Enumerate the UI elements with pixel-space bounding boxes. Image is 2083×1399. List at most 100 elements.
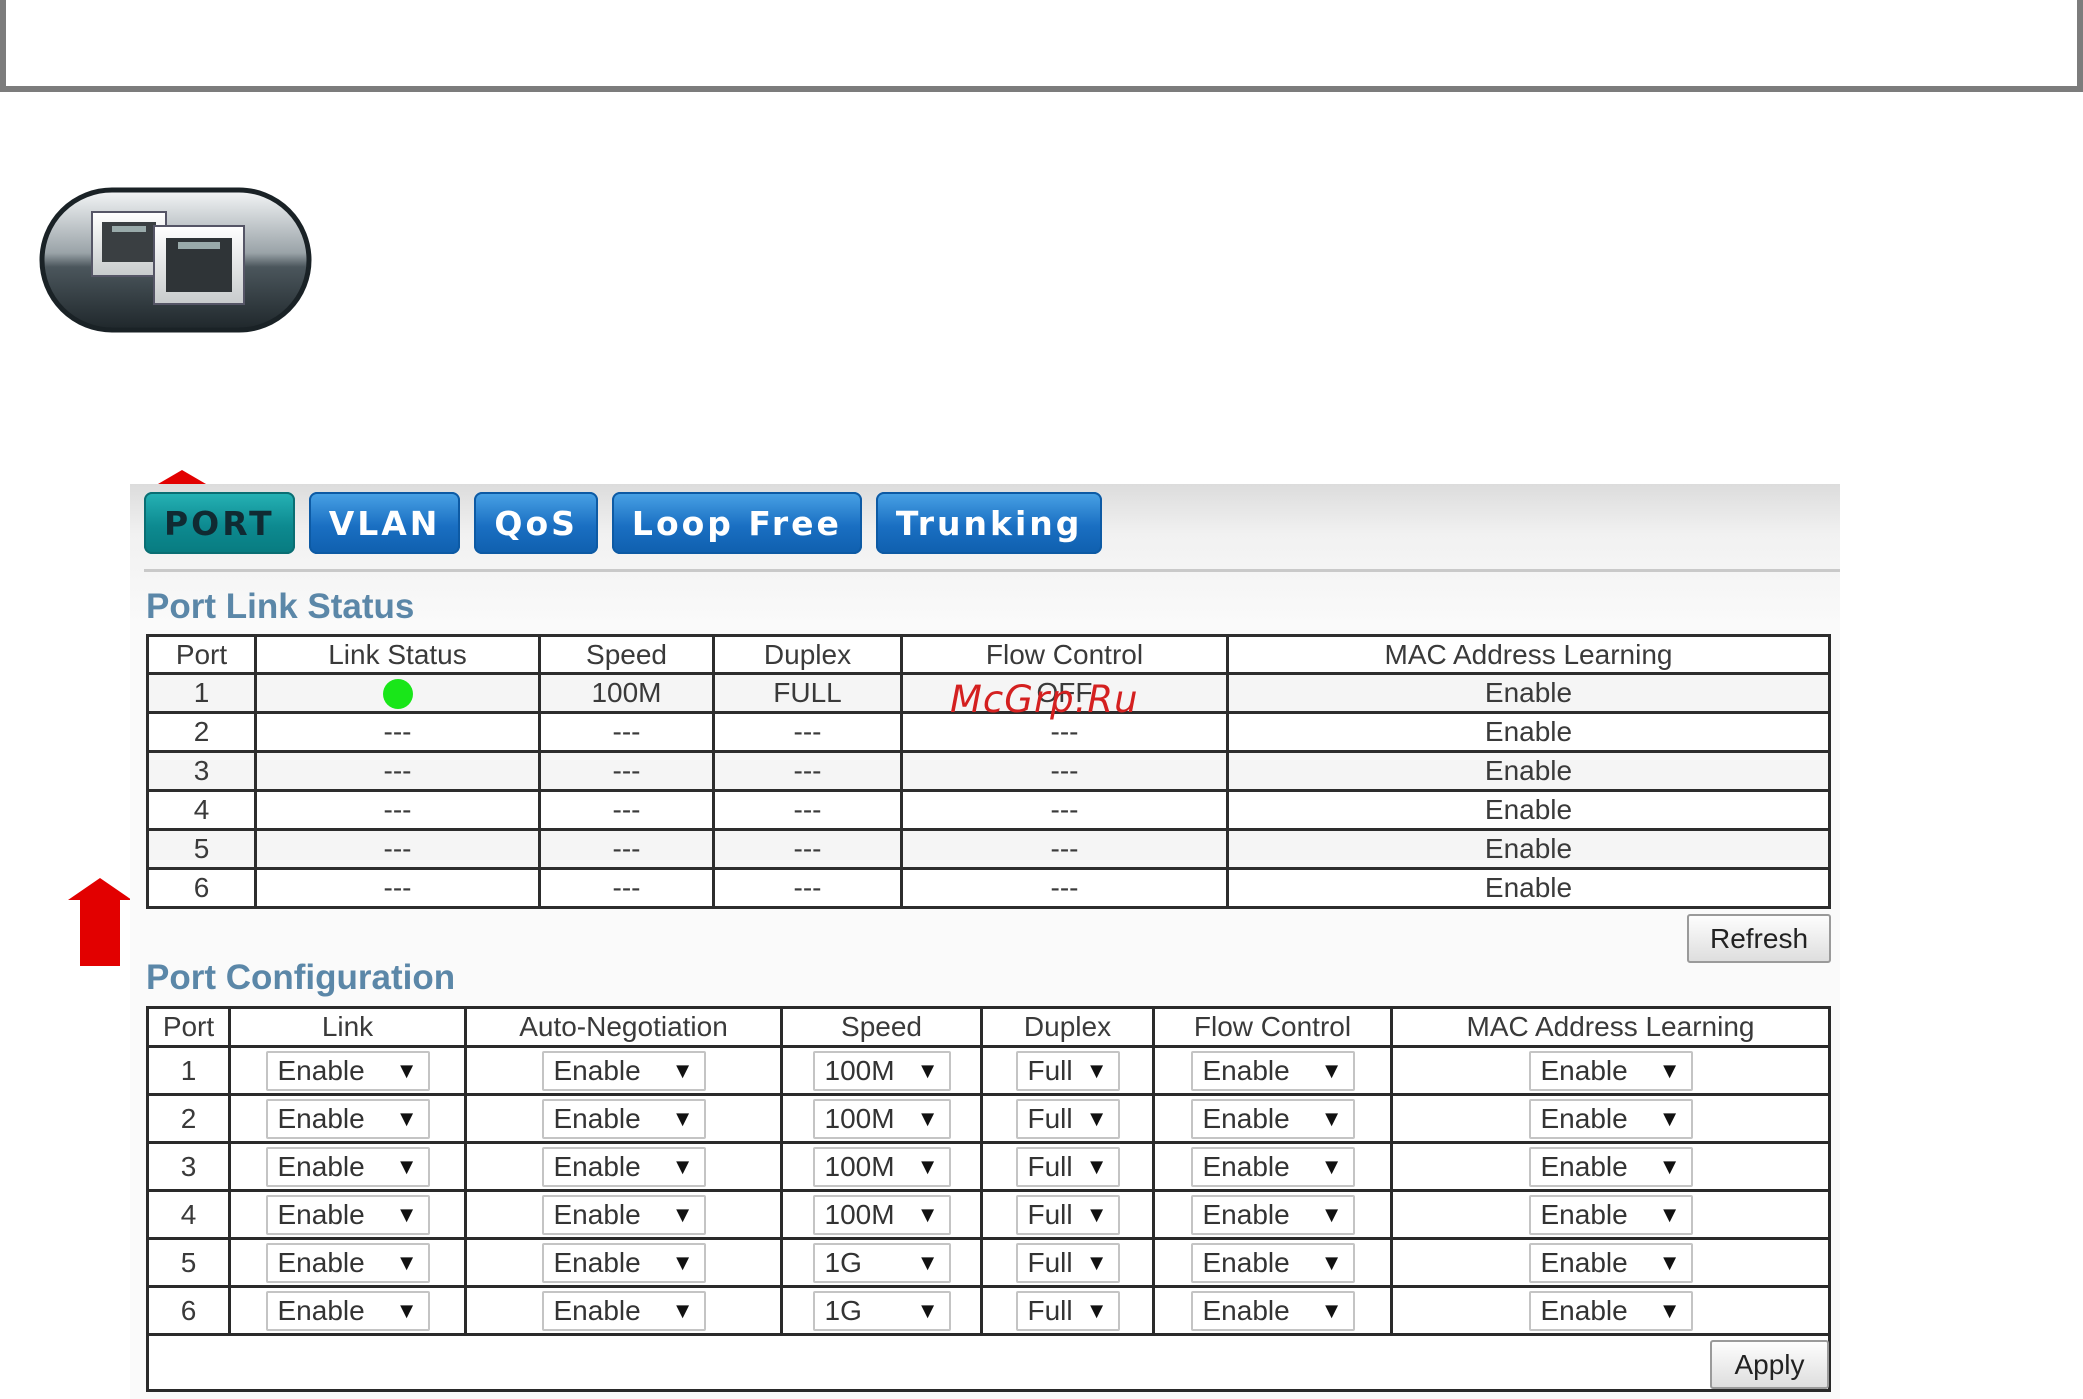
- select-value: Enable: [1202, 1198, 1290, 1230]
- speed-select-cell: 1G ▼: [780, 1285, 983, 1336]
- select-value: Full: [1027, 1246, 1073, 1278]
- auto-negotiation-select[interactable]: Enable ▼: [541, 1146, 706, 1187]
- select-value: Enable: [1202, 1102, 1290, 1134]
- speed-select[interactable]: 100M ▼: [812, 1050, 951, 1091]
- link-select[interactable]: Enable ▼: [265, 1242, 430, 1283]
- select-value: Enable: [277, 1102, 365, 1134]
- speed-select[interactable]: 100M ▼: [812, 1194, 951, 1235]
- mac-learning-select[interactable]: Enable ▼: [1528, 1146, 1693, 1187]
- select-value: Enable: [1202, 1294, 1290, 1326]
- tab-port[interactable]: PORT: [144, 492, 295, 554]
- col-header-duplex: Duplex: [712, 634, 903, 675]
- link-select-cell: Enable ▼: [228, 1237, 467, 1288]
- select-value: Enable: [1202, 1150, 1290, 1182]
- flow-control-select[interactable]: Enable ▼: [1190, 1098, 1355, 1139]
- table-header-row: Port Link Auto-Negotiation Speed Duplex …: [146, 1006, 1831, 1048]
- link-select[interactable]: Enable ▼: [265, 1290, 430, 1331]
- tab-loop-free[interactable]: Loop Free: [611, 492, 862, 554]
- auto-negotiation-select[interactable]: Enable ▼: [541, 1194, 706, 1235]
- flow-control-select[interactable]: Enable ▼: [1190, 1194, 1355, 1235]
- mac-learning-select[interactable]: Enable ▼: [1528, 1290, 1693, 1331]
- apply-button[interactable]: Apply: [1710, 1340, 1829, 1389]
- select-value: Enable: [553, 1102, 641, 1134]
- port-number: 3: [146, 750, 257, 792]
- flow-control-select[interactable]: Enable ▼: [1190, 1290, 1355, 1331]
- port-number: 1: [146, 1045, 231, 1096]
- chevron-down-icon: ▼: [1085, 1297, 1108, 1323]
- speed-select[interactable]: 100M ▼: [812, 1098, 951, 1139]
- chevron-down-icon: ▼: [1320, 1057, 1343, 1083]
- chevron-down-icon: ▼: [916, 1057, 939, 1083]
- tab-vlan[interactable]: VLAN: [308, 492, 461, 554]
- table-row: 6 Enable ▼ Enable ▼ 1G ▼ Full ▼ Enable ▼ Enable ▼: [146, 1285, 1831, 1336]
- flow-control-select-cell: Enable ▼: [1152, 1237, 1393, 1288]
- col-header-link-status: Link Status: [254, 634, 541, 675]
- chevron-down-icon: ▼: [671, 1201, 694, 1227]
- duplex-cell: ---: [712, 828, 903, 870]
- auto-negotiation-select[interactable]: Enable ▼: [541, 1098, 706, 1139]
- mac-learning-select[interactable]: Enable ▼: [1528, 1194, 1693, 1235]
- speed-select[interactable]: 1G ▼: [812, 1242, 951, 1283]
- auto-negotiation-select-cell: Enable ▼: [464, 1093, 783, 1144]
- table-header-row: Port Link Status Speed Duplex Flow Contr…: [146, 634, 1831, 675]
- mac-learning-select[interactable]: Enable ▼: [1528, 1050, 1693, 1091]
- flow-control-select[interactable]: Enable ▼: [1190, 1146, 1355, 1187]
- col-header-auto-negotiation: Auto-Negotiation: [464, 1006, 783, 1048]
- auto-negotiation-select[interactable]: Enable ▼: [541, 1242, 706, 1283]
- select-value: Enable: [277, 1198, 365, 1230]
- auto-negotiation-select[interactable]: Enable ▼: [541, 1050, 706, 1091]
- duplex-select[interactable]: Full ▼: [1015, 1290, 1120, 1331]
- speed-select-cell: 100M ▼: [780, 1189, 983, 1240]
- select-value: Enable: [277, 1054, 365, 1086]
- link-select[interactable]: Enable ▼: [265, 1050, 430, 1091]
- link-select[interactable]: Enable ▼: [265, 1194, 430, 1235]
- chevron-down-icon: ▼: [916, 1105, 939, 1131]
- flow-control-cell: ---: [900, 867, 1229, 909]
- ethernet-ports-icon: [38, 186, 313, 334]
- flow-control-select[interactable]: Enable ▼: [1190, 1050, 1355, 1091]
- chevron-down-icon: ▼: [1658, 1297, 1681, 1323]
- select-value: Enable: [1540, 1102, 1628, 1134]
- select-value: 1G: [824, 1294, 862, 1326]
- duplex-select[interactable]: Full ▼: [1015, 1146, 1120, 1187]
- flow-control-select[interactable]: Enable ▼: [1190, 1242, 1355, 1283]
- tab-divider: [144, 569, 1840, 572]
- flow-control-cell: ---: [900, 789, 1229, 831]
- chevron-down-icon: ▼: [395, 1153, 418, 1179]
- auto-negotiation-select[interactable]: Enable ▼: [541, 1290, 706, 1331]
- link-status-cell: ---: [254, 867, 541, 909]
- tab-trunking[interactable]: Trunking: [875, 492, 1103, 554]
- arrow-up-icon: [68, 878, 132, 966]
- duplex-select-cell: Full ▼: [980, 1189, 1155, 1240]
- chevron-down-icon: ▼: [671, 1249, 694, 1275]
- chevron-down-icon: ▼: [916, 1153, 939, 1179]
- select-value: Enable: [277, 1150, 365, 1182]
- table-row: 5 --- --- --- --- Enable: [146, 828, 1831, 870]
- tab-qos[interactable]: QoS: [474, 492, 598, 554]
- mac-learning-select-cell: Enable ▼: [1390, 1141, 1831, 1192]
- mac-learning-select-cell: Enable ▼: [1390, 1285, 1831, 1336]
- duplex-select[interactable]: Full ▼: [1015, 1194, 1120, 1235]
- duplex-select[interactable]: Full ▼: [1015, 1242, 1120, 1283]
- flow-control-select-cell: Enable ▼: [1152, 1285, 1393, 1336]
- chevron-down-icon: ▼: [671, 1057, 694, 1083]
- link-select[interactable]: Enable ▼: [265, 1146, 430, 1187]
- refresh-button[interactable]: Refresh: [1687, 914, 1831, 963]
- speed-cell: ---: [538, 750, 715, 792]
- duplex-select[interactable]: Full ▼: [1015, 1098, 1120, 1139]
- port-number: 6: [146, 1285, 231, 1336]
- link-select[interactable]: Enable ▼: [265, 1098, 430, 1139]
- chevron-down-icon: ▼: [395, 1201, 418, 1227]
- speed-select[interactable]: 100M ▼: [812, 1146, 951, 1187]
- speed-select[interactable]: 1G ▼: [812, 1290, 951, 1331]
- port-number: 4: [146, 789, 257, 831]
- flow-control-cell: ---: [900, 750, 1229, 792]
- duplex-select[interactable]: Full ▼: [1015, 1050, 1120, 1091]
- duplex-select-cell: Full ▼: [980, 1285, 1155, 1336]
- chevron-down-icon: ▼: [1085, 1105, 1108, 1131]
- mac-learning-select[interactable]: Enable ▼: [1528, 1098, 1693, 1139]
- port-configuration-table: Port Link Auto-Negotiation Speed Duplex …: [146, 1006, 1831, 1392]
- mac-learning-select[interactable]: Enable ▼: [1528, 1242, 1693, 1283]
- port-number: 5: [146, 1237, 231, 1288]
- select-value: Enable: [1540, 1150, 1628, 1182]
